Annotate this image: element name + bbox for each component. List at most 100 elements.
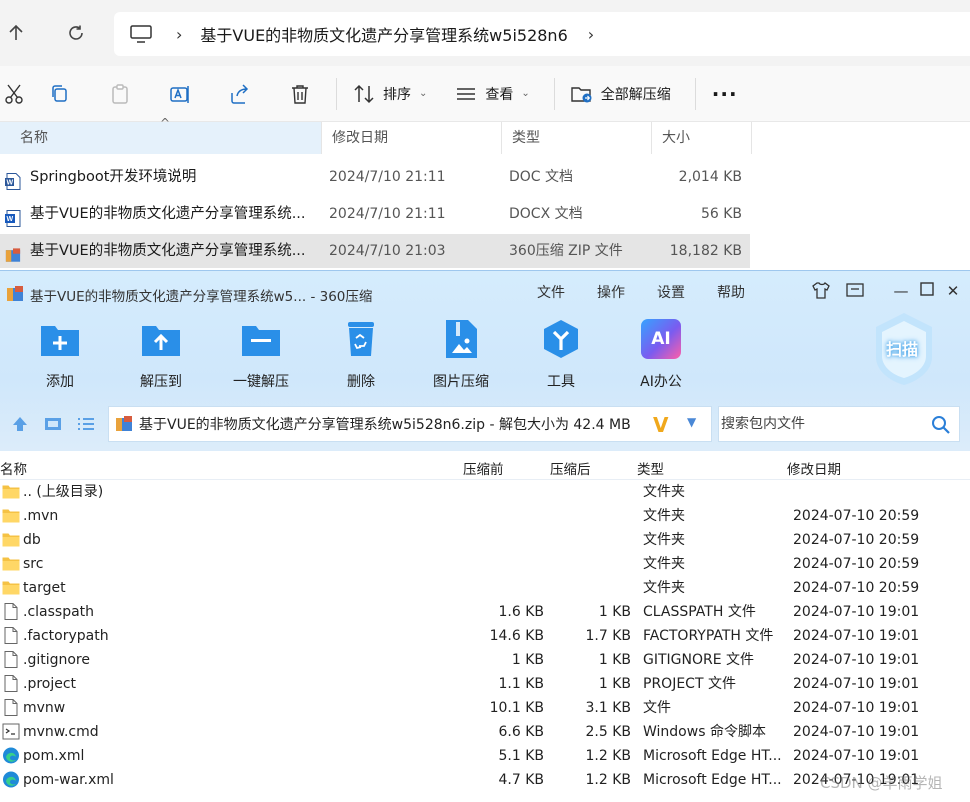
- entry-name: .classpath: [23, 604, 95, 620]
- extract-all-button[interactable]: 全部解压缩: [561, 76, 681, 112]
- entry-date: 2024-07-10 20:59: [793, 556, 920, 572]
- sort-button[interactable]: 排序 ⌄: [343, 76, 437, 112]
- image-compress-label: 图片压缩: [433, 374, 489, 390]
- file-row[interactable]: W Springboot开发环境说明 2024/7/10 21:11 DOC 文档 2,…: [0, 160, 750, 194]
- entry-date: 2024-07-10 19:01: [793, 676, 920, 692]
- menu-file[interactable]: 文件: [537, 282, 565, 302]
- entry-size-after: 2.5 KB: [585, 724, 632, 740]
- file-size: 18,182 KB: [669, 243, 742, 259]
- rename-icon[interactable]: [150, 66, 210, 122]
- column-type[interactable]: 类型: [637, 458, 664, 478]
- column-name[interactable]: 名称: [0, 458, 27, 478]
- archive-row[interactable]: .. (上级目录) 文件夹: [0, 480, 970, 504]
- up-level-icon[interactable]: [10, 414, 30, 438]
- ai-office-button[interactable]: AI AI办公: [616, 319, 706, 391]
- delete-icon[interactable]: [270, 66, 330, 122]
- one-click-extract-button[interactable]: 一键解压: [216, 319, 306, 391]
- entry-type: 文件夹: [643, 556, 685, 572]
- search-icon[interactable]: [931, 415, 951, 435]
- archive-row[interactable]: mvnw.cmd 6.6 KB 2.5 KB Windows 命令脚本 2024-07-…: [0, 720, 970, 744]
- extract-to-button[interactable]: 解压到: [116, 319, 206, 391]
- archive-row[interactable]: .gitignore 1 KB 1 KB GITIGNORE 文件 2024-07-10…: [0, 648, 970, 672]
- scan-button[interactable]: 扫描: [872, 311, 936, 387]
- paste-icon[interactable]: [90, 66, 150, 122]
- more-options-icon[interactable]: ···: [702, 76, 748, 112]
- up-arrow-icon[interactable]: [0, 17, 32, 49]
- address-bar[interactable]: › 基于VUE的非物质文化遗产分享管理系统w5i528n6 ›: [114, 12, 970, 56]
- breadcrumb-folder[interactable]: 基于VUE的非物质文化遗产分享管理系统w5i528n6: [200, 22, 567, 46]
- archive-row[interactable]: mvnw 10.1 KB 3.1 KB 文件 2024-07-10 19:01: [0, 696, 970, 720]
- zip-archive-icon: [7, 286, 23, 301]
- tools-button[interactable]: 工具: [516, 319, 606, 391]
- archive-row[interactable]: .classpath 1.6 KB 1 KB CLASSPATH 文件 2024-07-…: [0, 600, 970, 624]
- entry-size-after: 1 KB: [598, 604, 631, 620]
- entry-name: db: [23, 532, 41, 548]
- archive-search-input[interactable]: [721, 416, 921, 432]
- delete-button[interactable]: 删除: [316, 319, 406, 391]
- v-logo-icon[interactable]: V: [653, 413, 668, 437]
- file-row[interactable]: 基于VUE的非物质文化遗产分享管理系统... 2024/7/10 21:03 360…: [0, 234, 750, 268]
- archive-row[interactable]: .factorypath 14.6 KB 1.7 KB FACTORYPATH 文件 2…: [0, 624, 970, 648]
- folder-icon: [2, 507, 20, 524]
- entry-type: 文件: [643, 700, 671, 716]
- entry-size-after: 1 KB: [598, 676, 631, 692]
- view-icon: [457, 87, 476, 100]
- maximize-icon[interactable]: [916, 281, 938, 301]
- svg-text:W: W: [7, 216, 14, 223]
- toolbar-divider: [694, 77, 696, 110]
- folder-icon: [2, 531, 20, 548]
- archive-row[interactable]: src 文件夹 2024-07-10 20:59: [0, 552, 970, 576]
- image-compress-button[interactable]: 图片压缩: [416, 319, 506, 391]
- share-icon[interactable]: [210, 66, 270, 122]
- edge-icon: [2, 747, 20, 764]
- thumbnail-view-icon[interactable]: [43, 414, 63, 438]
- entry-type: PROJECT 文件: [643, 676, 736, 692]
- archive-row[interactable]: target 文件夹 2024-07-10 20:59: [0, 576, 970, 600]
- menu-help[interactable]: 帮助: [717, 282, 745, 302]
- column-modified-date[interactable]: 修改日期: [787, 458, 841, 478]
- cut-icon[interactable]: [0, 66, 30, 122]
- sort-ascending-icon: ^: [160, 116, 171, 130]
- breadcrumb-chevron-icon[interactable]: ›: [588, 25, 594, 44]
- refresh-icon[interactable]: [60, 17, 92, 49]
- archiver-window: 基于VUE的非物质文化遗产分享管理系统w5... - 360压缩 文件 操作 设…: [0, 270, 970, 802]
- add-button[interactable]: 添加: [15, 319, 105, 391]
- file-row[interactable]: W 基于VUE的非物质文化遗产分享管理系统... 2024/7/10 21:11 DO…: [0, 197, 750, 231]
- menu-operation[interactable]: 操作: [597, 282, 625, 302]
- archive-row[interactable]: .project 1.1 KB 1 KB PROJECT 文件 2024-07-10 1…: [0, 672, 970, 696]
- file-icon: [2, 699, 20, 716]
- column-date[interactable]: 修改日期: [322, 122, 502, 154]
- archive-search-box: [718, 406, 960, 442]
- message-icon[interactable]: [844, 281, 866, 301]
- extract-all-label: 全部解压缩: [600, 86, 671, 103]
- entry-type: 文件夹: [643, 532, 685, 548]
- archive-path-field[interactable]: 基于VUE的非物质文化遗产分享管理系统w5i528n6.zip - 解包大小为 …: [108, 406, 712, 442]
- close-icon[interactable]: ✕: [942, 281, 964, 301]
- file-icon: [2, 603, 20, 620]
- entry-size-after: 1.2 KB: [585, 772, 632, 788]
- archive-row[interactable]: db 文件夹 2024-07-10 20:59: [0, 528, 970, 552]
- recycle-bin-icon: [341, 319, 381, 359]
- file-name: 基于VUE的非物质文化遗产分享管理系统...: [30, 206, 306, 222]
- entry-size-before: 14.6 KB: [489, 628, 544, 644]
- path-dropdown-icon[interactable]: ▼: [687, 415, 696, 429]
- column-size-before[interactable]: 压缩前: [463, 458, 504, 478]
- copy-icon[interactable]: [30, 66, 90, 122]
- skin-shirt-icon[interactable]: [810, 281, 832, 301]
- entry-date: 2024-07-10 19:01: [793, 604, 920, 620]
- minimize-icon[interactable]: —: [890, 281, 912, 301]
- archive-row[interactable]: .mvn 文件夹 2024-07-10 20:59: [0, 504, 970, 528]
- entry-date: 2024-07-10 20:59: [793, 532, 920, 548]
- column-size[interactable]: 大小: [652, 122, 752, 154]
- menu-settings[interactable]: 设置: [657, 282, 685, 302]
- column-type[interactable]: 类型: [502, 122, 652, 154]
- archive-row[interactable]: pom.xml 5.1 KB 1.2 KB Microsoft Edge HT... 2…: [0, 744, 970, 768]
- archive-path-text: 基于VUE的非物质文化遗产分享管理系统w5i528n6.zip - 解包大小为 …: [139, 417, 631, 433]
- list-view-icon[interactable]: [76, 414, 96, 438]
- entry-type: FACTORYPATH 文件: [643, 628, 774, 644]
- view-label: 查看: [485, 86, 514, 103]
- view-button[interactable]: 查看 ⌄: [445, 76, 539, 112]
- folder-icon: [2, 483, 20, 500]
- entry-date: 2024-07-10 20:59: [793, 580, 920, 596]
- column-size-after[interactable]: 压缩后: [550, 458, 591, 478]
